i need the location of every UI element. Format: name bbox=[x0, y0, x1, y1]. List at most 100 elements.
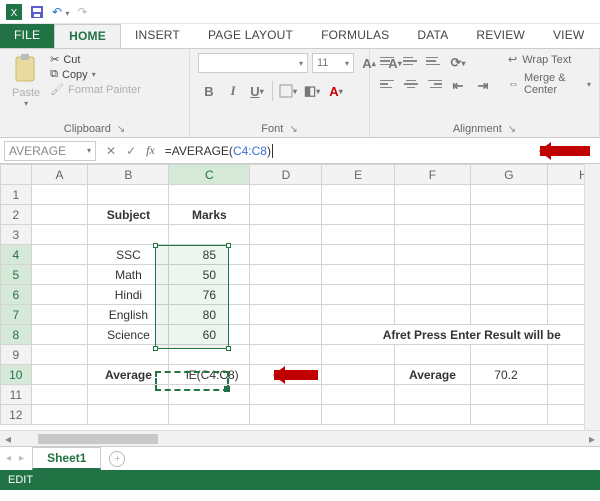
align-middle-button[interactable] bbox=[401, 53, 421, 69]
tab-formulas[interactable]: FORMULAS bbox=[307, 24, 403, 48]
row-header[interactable]: 12 bbox=[1, 405, 32, 425]
col-header-C[interactable]: C bbox=[169, 165, 250, 185]
select-all-corner[interactable] bbox=[1, 165, 32, 185]
italic-button[interactable]: I bbox=[222, 81, 244, 101]
worksheet-grid[interactable]: A B C D E F G H 1 2SubjectMarks 3 4SSC85… bbox=[0, 164, 600, 446]
font-color-button[interactable]: A▾ bbox=[325, 81, 347, 101]
align-bottom-button[interactable] bbox=[424, 53, 444, 69]
group-clipboard-title: Clipboard bbox=[64, 123, 111, 135]
cell[interactable]: 80 bbox=[169, 305, 250, 325]
increase-indent-button[interactable]: ⇥ bbox=[472, 76, 494, 96]
ribbon-tabs: FILE HOME INSERT PAGE LAYOUT FORMULAS DA… bbox=[0, 24, 600, 48]
border-button[interactable]: ▾ bbox=[277, 81, 299, 101]
orientation-button[interactable]: ⟳▾ bbox=[447, 53, 469, 73]
tab-file[interactable]: FILE bbox=[0, 24, 54, 48]
sheet-tab-bar: ◂ ▸ Sheet1 + bbox=[0, 446, 600, 470]
cell[interactable]: SSC bbox=[88, 245, 169, 265]
row-header[interactable]: 3 bbox=[1, 225, 32, 245]
alignment-launcher-icon[interactable]: ↘ bbox=[508, 124, 516, 135]
sheet-tab-active[interactable]: Sheet1 bbox=[32, 447, 101, 470]
tab-view[interactable]: VIEW bbox=[539, 24, 598, 48]
group-font-title: Font bbox=[261, 123, 283, 135]
cell[interactable]: Math bbox=[88, 265, 169, 285]
annotation-text: Afret Press Enter Result will be bbox=[322, 325, 600, 345]
row-header[interactable]: 6 bbox=[1, 285, 32, 305]
cell[interactable]: 85 bbox=[169, 245, 250, 265]
sheet-nav-next[interactable]: ▸ bbox=[19, 453, 24, 464]
align-left-button[interactable] bbox=[378, 76, 398, 92]
name-box[interactable]: AVERAGE▾ bbox=[4, 141, 96, 161]
tab-review[interactable]: REVIEW bbox=[462, 24, 539, 48]
col-header-E[interactable]: E bbox=[322, 165, 394, 185]
merge-center-button[interactable]: ⇔Merge & Center ▾ bbox=[508, 72, 591, 96]
tab-home[interactable]: HOME bbox=[54, 24, 121, 48]
annotation-arrow-1 bbox=[540, 146, 590, 156]
cell[interactable]: 60 bbox=[169, 325, 250, 345]
align-top-button[interactable] bbox=[378, 53, 398, 69]
paste-button[interactable]: Paste ▾ bbox=[8, 53, 44, 108]
row-header[interactable]: 2 bbox=[1, 205, 32, 225]
cancel-icon[interactable]: ✕ bbox=[106, 144, 116, 158]
decrease-indent-button[interactable]: ⇤ bbox=[447, 76, 469, 96]
wrap-text-button[interactable]: ↩Wrap Text bbox=[508, 53, 591, 66]
excel-icon: X bbox=[6, 4, 22, 20]
ribbon: Paste ▾ ✂Cut ⧉Copy ▾ 🖌Format Painter Cli… bbox=[0, 48, 600, 138]
cell[interactable]: 76 bbox=[169, 285, 250, 305]
active-cell[interactable]: iE(C4:C8) bbox=[169, 365, 250, 385]
row-header[interactable]: 1 bbox=[1, 185, 32, 205]
fill-color-button[interactable]: ◧▾ bbox=[301, 81, 323, 101]
copy-button[interactable]: ⧉Copy ▾ bbox=[50, 68, 141, 81]
font-size-select[interactable]: 11▾ bbox=[312, 53, 354, 73]
tab-page-layout[interactable]: PAGE LAYOUT bbox=[194, 24, 307, 48]
align-right-button[interactable] bbox=[424, 76, 444, 92]
col-header-B[interactable]: B bbox=[88, 165, 169, 185]
row-header[interactable]: 4 bbox=[1, 245, 32, 265]
font-name-select[interactable]: ▾ bbox=[198, 53, 308, 73]
quick-access-toolbar: X ↶ ▾ ↷ bbox=[0, 0, 600, 24]
undo-icon[interactable]: ↶ ▾ bbox=[52, 5, 69, 19]
status-mode: EDIT bbox=[8, 474, 33, 486]
cut-button[interactable]: ✂Cut bbox=[50, 53, 141, 66]
vertical-scrollbar[interactable] bbox=[584, 164, 600, 430]
row-header[interactable]: 7 bbox=[1, 305, 32, 325]
formula-bar: AVERAGE▾ ✕ ✓ fx =AVERAGE(C4:C8) bbox=[0, 138, 600, 164]
group-clipboard: Paste ▾ ✂Cut ⧉Copy ▾ 🖌Format Painter Cli… bbox=[0, 49, 190, 137]
row-header[interactable]: 9 bbox=[1, 345, 32, 365]
enter-icon[interactable]: ✓ bbox=[126, 144, 136, 158]
row-header[interactable]: 11 bbox=[1, 385, 32, 405]
format-painter-button[interactable]: 🖌Format Painter bbox=[50, 83, 141, 96]
bold-button[interactable]: B bbox=[198, 81, 220, 101]
fx-icon[interactable]: fx bbox=[146, 143, 155, 158]
cell[interactable]: Science bbox=[88, 325, 169, 345]
cell[interactable]: 50 bbox=[169, 265, 250, 285]
sheet-nav-prev[interactable]: ◂ bbox=[6, 453, 11, 464]
formula-input[interactable]: =AVERAGE(C4:C8) bbox=[161, 141, 520, 161]
cell[interactable]: Average bbox=[88, 365, 169, 385]
row-header[interactable]: 10 bbox=[1, 365, 32, 385]
col-header-G[interactable]: G bbox=[471, 165, 548, 185]
cell[interactable]: Subject bbox=[88, 205, 169, 225]
align-center-button[interactable] bbox=[401, 76, 421, 92]
col-header-A[interactable]: A bbox=[31, 165, 88, 185]
cell[interactable]: Marks bbox=[169, 205, 250, 225]
tab-data[interactable]: DATA bbox=[403, 24, 462, 48]
group-alignment: ⟳▾ ⇤ ⇥ ↩Wrap Text ⇔Merge & Center ▾ Alig… bbox=[370, 49, 600, 137]
underline-button[interactable]: U ▾ bbox=[246, 81, 268, 101]
tab-insert[interactable]: INSERT bbox=[121, 24, 194, 48]
font-launcher-icon[interactable]: ↘ bbox=[289, 124, 297, 135]
cell[interactable]: 70.2 bbox=[471, 365, 548, 385]
save-icon[interactable] bbox=[30, 5, 44, 19]
row-header[interactable]: 5 bbox=[1, 265, 32, 285]
cell[interactable]: English bbox=[88, 305, 169, 325]
brush-icon: 🖌 bbox=[50, 83, 64, 96]
cell[interactable]: Hindi bbox=[88, 285, 169, 305]
redo-icon[interactable]: ↷ bbox=[77, 5, 87, 19]
row-header[interactable]: 8 bbox=[1, 325, 32, 345]
cell[interactable]: Average bbox=[394, 365, 471, 385]
col-header-F[interactable]: F bbox=[394, 165, 471, 185]
scissors-icon: ✂ bbox=[50, 53, 59, 66]
clipboard-launcher-icon[interactable]: ↘ bbox=[117, 124, 125, 135]
horizontal-scrollbar[interactable]: ◂▸ bbox=[0, 430, 600, 446]
new-sheet-button[interactable]: + bbox=[109, 451, 125, 467]
col-header-D[interactable]: D bbox=[250, 165, 322, 185]
